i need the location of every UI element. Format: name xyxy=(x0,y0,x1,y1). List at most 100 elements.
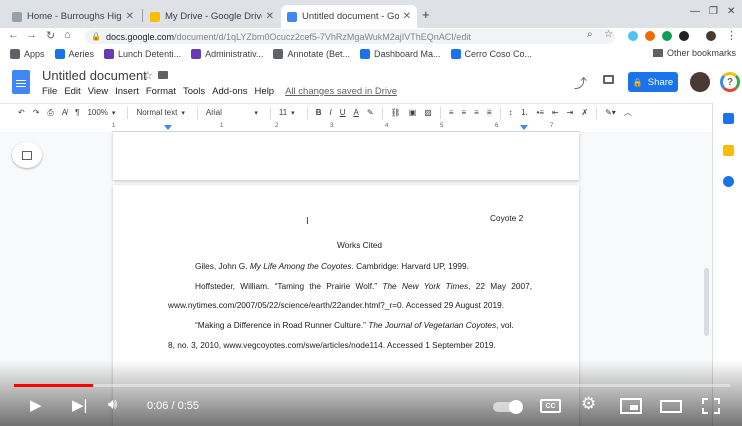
decrease-indent-icon[interactable]: ⇤ xyxy=(552,108,559,117)
profile-avatar[interactable] xyxy=(706,31,716,41)
undo-icon[interactable]: ↶ xyxy=(18,108,25,117)
tasks-icon[interactable] xyxy=(723,176,734,187)
docs-logo-icon[interactable] xyxy=(12,70,30,94)
formatting-toolbar: ↶ ↷ ⎙ A̸ ¶ 100% Normal text Arial 11 B I… xyxy=(0,103,712,121)
zoom-select[interactable]: 100% xyxy=(87,108,115,117)
browser-tab-docs[interactable]: Untitled document - Goo ✕ xyxy=(281,5,417,28)
redo-icon[interactable]: ↷ xyxy=(33,108,40,117)
document-outline-button[interactable] xyxy=(12,142,42,168)
minimize-icon[interactable]: — xyxy=(690,6,700,17)
justify-icon[interactable]: ≡ xyxy=(486,108,492,117)
next-icon[interactable]: ▶| xyxy=(72,396,87,414)
bookmark-item[interactable]: Aeries xyxy=(54,49,94,59)
settings-gear-icon[interactable]: ⚙ xyxy=(581,394,596,414)
paint-format-icon[interactable]: ¶ xyxy=(75,108,79,117)
ruler-number: 2 xyxy=(275,123,279,129)
menu-format[interactable]: Format xyxy=(146,86,176,97)
home-icon[interactable]: ⌂ xyxy=(64,29,71,41)
forward-arrow-icon[interactable]: → xyxy=(26,29,37,41)
menu-edit[interactable]: Edit xyxy=(64,86,80,97)
clear-formatting-icon[interactable]: ✗ xyxy=(581,108,588,117)
bookmark-item[interactable]: Lunch Detenti... xyxy=(104,49,181,59)
bookmark-item[interactable]: Administrativ... xyxy=(191,49,263,59)
calendar-icon[interactable] xyxy=(723,113,734,124)
increase-indent-icon[interactable]: ⇥ xyxy=(567,108,574,117)
progress-bar[interactable] xyxy=(14,384,730,387)
back-arrow-icon[interactable]: ← xyxy=(8,29,19,41)
url-bar[interactable]: 🔒 docs.google.com /document/d/1qLYZbm0Oc… xyxy=(85,29,615,44)
bulleted-list-icon[interactable]: •≡ xyxy=(537,108,544,117)
italic-icon[interactable]: I xyxy=(329,108,331,117)
close-tab-icon[interactable]: ✕ xyxy=(126,11,134,22)
insert-image-icon[interactable]: ▨ xyxy=(424,108,432,117)
share-button[interactable]: 🔒 Share xyxy=(628,72,678,92)
style-select[interactable]: Normal text xyxy=(136,108,184,117)
left-indent-marker[interactable] xyxy=(164,125,172,130)
close-tab-icon[interactable]: ✕ xyxy=(403,11,411,22)
extension-icon[interactable] xyxy=(679,31,689,41)
line-spacing-icon[interactable]: ↕ xyxy=(509,108,513,117)
numbered-list-icon[interactable]: ⒈ xyxy=(521,107,529,118)
document-title[interactable]: Untitled document xyxy=(42,68,147,83)
menu-file[interactable]: File xyxy=(42,86,57,97)
spellcheck-icon[interactable]: A̸ xyxy=(62,108,67,117)
reload-icon[interactable]: ↻ xyxy=(46,29,55,42)
collapse-toolbar-chevron-icon[interactable]: ︿ xyxy=(624,107,632,118)
fullscreen-button[interactable] xyxy=(702,398,720,414)
other-bookmarks[interactable]: Other bookmarks xyxy=(652,48,736,58)
menu-addons[interactable]: Add-ons xyxy=(212,86,247,97)
link-icon[interactable]: ⛓ xyxy=(391,108,401,117)
close-tab-icon[interactable]: ✕ xyxy=(266,11,274,22)
horizontal-ruler[interactable]: 1 1 2 3 4 5 6 7 xyxy=(112,122,580,132)
captions-button[interactable]: CC xyxy=(540,399,561,413)
editing-mode-pencil-icon[interactable]: ✎▾ xyxy=(605,108,616,117)
bookmark-item[interactable]: Apps xyxy=(10,49,45,59)
account-avatar[interactable] xyxy=(690,72,710,92)
right-indent-marker[interactable] xyxy=(520,125,528,130)
activity-trend-icon[interactable]: ⤴ xyxy=(574,73,587,92)
bookmark-item[interactable]: Annotate (Bet... xyxy=(273,49,350,59)
extension-icon[interactable] xyxy=(645,31,655,41)
align-right-icon[interactable]: ≡ xyxy=(474,108,479,117)
search-icon[interactable]: ⌕ xyxy=(587,29,593,40)
underline-icon[interactable]: U xyxy=(340,108,346,117)
chrome-menu-icon[interactable]: ⋮ xyxy=(726,29,737,42)
help-icon[interactable]: ? xyxy=(720,72,740,92)
new-tab-plus-icon[interactable]: + xyxy=(422,7,430,22)
text-color-icon[interactable]: A xyxy=(353,108,358,117)
menu-insert[interactable]: Insert xyxy=(115,86,139,97)
vertical-scrollbar[interactable] xyxy=(704,268,709,336)
bookmark-star-icon[interactable]: ☆ xyxy=(604,29,613,40)
print-icon[interactable]: ⎙ xyxy=(47,108,53,118)
keep-icon[interactable] xyxy=(723,145,734,156)
theater-mode-button[interactable] xyxy=(660,400,682,413)
align-center-icon[interactable]: ≡ xyxy=(461,108,466,117)
font-select[interactable]: Arial xyxy=(206,108,258,117)
insert-comment-icon[interactable]: ▣ xyxy=(409,108,417,117)
extension-icon[interactable] xyxy=(628,31,638,41)
close-window-icon[interactable]: ✕ xyxy=(727,6,735,17)
browser-tab-drive[interactable]: My Drive - Google Drive ✕ xyxy=(144,5,280,28)
autoplay-toggle[interactable] xyxy=(493,400,523,414)
star-icon[interactable]: ☆ xyxy=(143,69,153,82)
restore-icon[interactable]: ❐ xyxy=(709,6,718,17)
text-cursor-icon: I xyxy=(306,216,309,227)
highlight-icon[interactable]: ✎ xyxy=(367,108,374,117)
save-status-link[interactable]: All changes saved in Drive xyxy=(285,86,397,97)
align-left-icon[interactable]: ≡ xyxy=(449,108,454,117)
bookmark-item[interactable]: Dashboard Ma... xyxy=(359,49,441,59)
font-size-select[interactable]: 11 xyxy=(279,108,295,117)
menu-help[interactable]: Help xyxy=(255,86,275,97)
menu-tools[interactable]: Tools xyxy=(183,86,205,97)
volume-icon[interactable]: 🔊︎ xyxy=(108,396,117,413)
folder-icon[interactable] xyxy=(158,71,168,79)
bold-icon[interactable]: B xyxy=(316,108,322,117)
miniplayer-button[interactable] xyxy=(620,398,642,414)
browser-tab-home[interactable]: Home - Burroughs High S ✕ xyxy=(6,5,140,28)
extension-icon[interactable] xyxy=(662,31,672,41)
comments-icon[interactable] xyxy=(603,75,614,84)
document-page[interactable] xyxy=(113,132,579,180)
play-icon[interactable]: ▶ xyxy=(30,396,42,414)
menu-view[interactable]: View xyxy=(88,86,108,97)
bookmark-item[interactable]: Cerro Coso Co... xyxy=(450,49,532,59)
